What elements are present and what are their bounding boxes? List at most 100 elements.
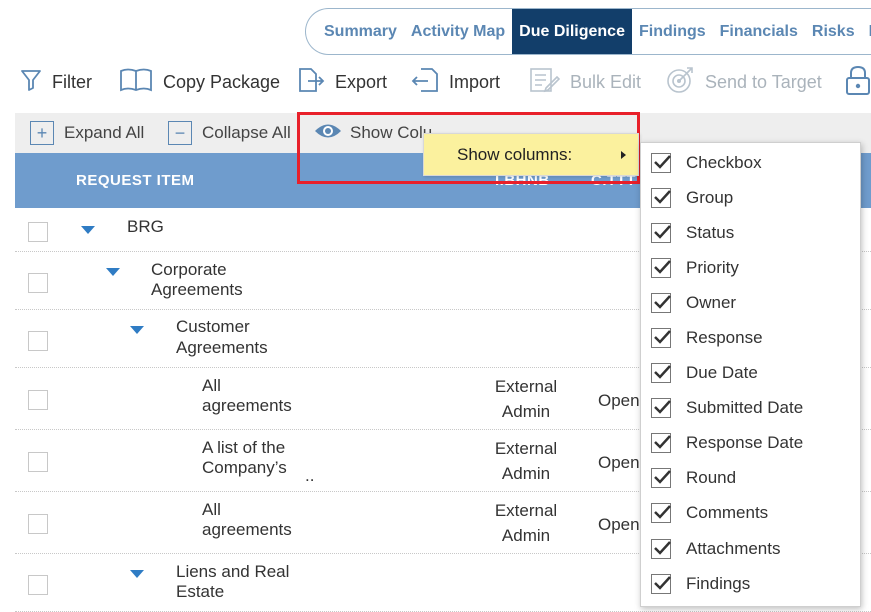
column-option-label: Owner [686, 293, 737, 312]
checkmark-icon[interactable] [651, 153, 671, 173]
export-button[interactable]: Export [297, 62, 387, 102]
export-icon [297, 66, 325, 99]
filter-button[interactable]: Filter [20, 62, 92, 102]
caret-down-icon[interactable] [106, 268, 120, 276]
column-option-attachments[interactable]: Attachments [641, 531, 860, 566]
checkmark-icon[interactable] [651, 188, 671, 208]
send-to-target-label: Send to Target [705, 71, 822, 92]
row-checkbox[interactable] [28, 273, 48, 293]
row-checkbox[interactable] [28, 452, 48, 472]
bulk-edit-icon [528, 66, 561, 99]
copy-package-button[interactable]: Copy Package [119, 62, 280, 102]
owner-cell: Admin [501, 526, 551, 545]
status-cell: Open [598, 453, 640, 472]
lock-icon [845, 64, 871, 101]
column-option-round[interactable]: Round [641, 460, 860, 495]
column-option-submitted-date[interactable]: Submitted Date [641, 390, 860, 425]
tab-financials[interactable]: Financials [713, 9, 805, 54]
column-option-label: Response Date [686, 433, 804, 452]
column-option-status[interactable]: Status [641, 215, 860, 250]
column-option-label: Attachments [686, 539, 781, 558]
column-option-group[interactable]: Group [641, 180, 860, 215]
tab-due-diligence[interactable]: Due Diligence [512, 9, 632, 54]
caret-down-icon[interactable] [130, 326, 144, 334]
column-option-label: Comments [686, 503, 769, 522]
checkmark-icon[interactable] [651, 363, 671, 383]
column-option-label: Status [686, 223, 735, 242]
send-to-target-button[interactable]: Send to Target [665, 62, 822, 102]
owner-cell: Admin [501, 464, 551, 483]
column-option-label: Findings [686, 574, 751, 593]
bulk-edit-button[interactable]: Bulk Edit [528, 62, 641, 102]
column-option-priority[interactable]: Priority [641, 250, 860, 285]
tab-findings[interactable]: Findings [632, 9, 713, 54]
row-checkbox[interactable] [28, 222, 48, 242]
tab-activity-map[interactable]: Activity Map [404, 9, 512, 54]
column-option-owner[interactable]: Owner [641, 285, 860, 320]
column-option-response-date[interactable]: Response Date [641, 425, 860, 460]
column-option-label: Round [686, 468, 737, 487]
owner-cell: External [494, 377, 558, 396]
column-option-response[interactable]: Response [641, 320, 860, 355]
checkmark-icon[interactable] [651, 328, 671, 348]
request-item-text: Liens and Real [176, 562, 290, 581]
import-icon [411, 66, 439, 99]
request-item-text: Company’s [202, 458, 287, 477]
collapse-all-button[interactable]: − Collapse All [168, 113, 291, 153]
column-option-findings[interactable]: Findings [641, 566, 860, 601]
tab-summary[interactable]: Summary [306, 9, 404, 54]
tab-issues[interactable]: Issu [862, 9, 871, 54]
row-checkbox[interactable] [28, 390, 48, 410]
toolbar: Filter Copy Package Export Import Bulk E… [0, 62, 871, 102]
column-header-request-item[interactable]: REQUEST ITEM [76, 172, 195, 189]
target-icon [665, 65, 695, 100]
row-checkbox[interactable] [28, 575, 48, 595]
request-item-text: All [202, 500, 221, 519]
column-option-checkbox[interactable]: Checkbox [641, 145, 860, 180]
request-item-text: Agreements [151, 280, 243, 299]
book-icon [119, 67, 153, 98]
submenu-arrow-icon [621, 151, 626, 159]
checkmark-icon[interactable] [651, 398, 671, 418]
row-checkbox[interactable] [28, 331, 48, 351]
import-button[interactable]: Import [411, 62, 500, 102]
checkmark-icon[interactable] [651, 258, 671, 278]
row-checkbox[interactable] [28, 514, 48, 534]
caret-down-icon[interactable] [130, 570, 144, 578]
checkmark-icon[interactable] [651, 468, 671, 488]
column-option-label: Submitted Date [686, 398, 804, 417]
expand-all-button[interactable]: + Expand All [30, 113, 144, 153]
checkmark-icon[interactable] [651, 503, 671, 523]
tab-risks[interactable]: Risks [805, 9, 862, 54]
plus-icon: + [30, 121, 54, 145]
request-item-text: BRG [127, 217, 164, 236]
owner-cell: External [494, 439, 558, 458]
request-item-text: agreements [202, 396, 292, 415]
status-cell: Open [598, 391, 640, 410]
collapse-all-label: Collapse All [202, 123, 291, 142]
import-label: Import [449, 71, 501, 92]
truncation-ellipsis: .. [305, 466, 315, 485]
caret-down-icon[interactable] [81, 226, 95, 234]
owner-cell: External [494, 501, 558, 520]
show-columns-menu-item[interactable]: Show columns: [423, 133, 639, 176]
request-item-text: Estate [176, 582, 225, 601]
minus-icon: − [168, 121, 192, 145]
section-tabs: Summary Activity Map Due Diligence Findi… [305, 8, 871, 55]
request-item-text: Customer [176, 317, 250, 336]
column-option-label: Priority [686, 258, 739, 277]
checkmark-icon[interactable] [651, 539, 671, 559]
request-item-text: All [202, 376, 221, 395]
checkmark-icon[interactable] [651, 574, 671, 594]
checkmark-icon[interactable] [651, 223, 671, 243]
column-option-due-date[interactable]: Due Date [641, 355, 860, 390]
column-option-comments[interactable]: Comments [641, 495, 860, 530]
checkmark-icon[interactable] [651, 293, 671, 313]
column-option-label: Checkbox [686, 153, 762, 172]
request-item-text: Corporate [151, 260, 227, 279]
filter-label: Filter [52, 71, 92, 92]
checkmark-icon[interactable] [651, 433, 671, 453]
filter-icon [20, 69, 42, 96]
lock-button[interactable] [845, 62, 871, 102]
column-option-label: Group [686, 188, 734, 207]
